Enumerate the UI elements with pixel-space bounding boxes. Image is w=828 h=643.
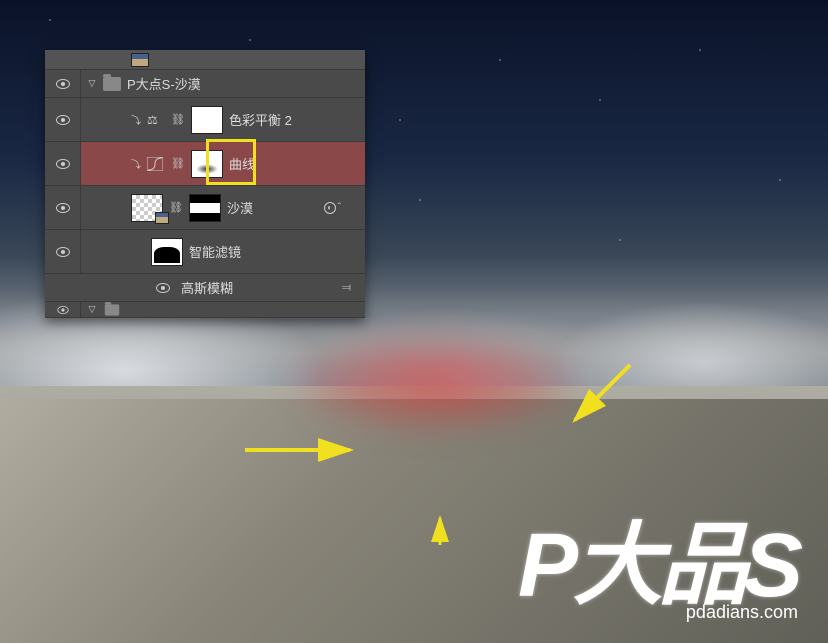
folder-icon	[105, 304, 119, 315]
eye-icon	[56, 115, 70, 125]
link-icon: ⛓	[171, 157, 185, 170]
layer-row-smart-filters[interactable]: 智能滤镜	[45, 230, 365, 274]
layer-group-header[interactable]: ▽ P大点S-沙漠	[45, 70, 365, 98]
eye-icon	[56, 247, 70, 257]
visibility-toggle[interactable]	[45, 186, 81, 229]
folder-icon	[103, 77, 121, 91]
layer-row-desert[interactable]: ⛓ 沙漠 ◐ ˆ	[45, 186, 365, 230]
curves-icon	[147, 157, 165, 171]
layers-panel[interactable]: ▽ P大点S-沙漠 ⤵ ⚖ ⛓ 色彩平衡 2 ⤵ ⛓ 曲线	[45, 50, 365, 318]
chevron-up-icon[interactable]: ˆ	[338, 202, 341, 213]
clip-indicator: ⤵	[131, 115, 141, 125]
visibility-toggle[interactable]	[45, 98, 81, 141]
disclosure-triangle[interactable]: ▽	[87, 305, 97, 315]
eye-icon	[156, 283, 170, 293]
smart-object-badge	[155, 212, 169, 224]
fx-icon: ◐	[324, 202, 336, 214]
layer-row-stub-bottom[interactable]: ▽	[45, 302, 365, 318]
red-glow-effect	[290, 334, 580, 430]
eye-icon	[56, 79, 70, 89]
layer-thumb	[131, 53, 149, 67]
layer-row-stub-top[interactable]	[45, 50, 365, 70]
eye-icon	[57, 306, 68, 314]
visibility-toggle[interactable]	[45, 70, 81, 97]
eye-icon	[56, 203, 70, 213]
visibility-toggle[interactable]	[45, 230, 81, 273]
link-icon: ⛓	[169, 201, 183, 214]
fx-badge[interactable]: ◐ ˆ	[324, 202, 341, 214]
layer-name[interactable]: 曲线	[229, 154, 255, 173]
layer-row-gaussian-blur[interactable]: 高斯模糊 ⫤	[45, 274, 365, 302]
mask-thumb[interactable]	[189, 194, 221, 222]
filter-name[interactable]: 高斯模糊	[181, 278, 233, 297]
link-icon: ⛓	[171, 113, 185, 126]
eye-icon	[56, 159, 70, 169]
mask-thumb[interactable]	[191, 150, 223, 178]
filter-settings-button[interactable]: ⫤	[342, 280, 351, 295]
mask-thumb[interactable]	[191, 106, 223, 134]
layer-name[interactable]: 色彩平衡 2	[229, 110, 292, 129]
layer-name[interactable]: 智能滤镜	[189, 242, 241, 261]
filter-mask-thumb[interactable]	[151, 238, 183, 266]
visibility-toggle[interactable]	[45, 142, 81, 185]
visibility-toggle[interactable]	[45, 274, 81, 301]
group-name: P大点S-沙漠	[127, 74, 201, 93]
sliders-icon: ⫤	[342, 280, 351, 295]
balance-icon: ⚖	[147, 113, 165, 127]
filter-visibility-toggle[interactable]	[151, 283, 175, 293]
layer-row-curves[interactable]: ⤵ ⛓ 曲线	[45, 142, 365, 186]
watermark-logo: P大品S	[518, 526, 798, 607]
disclosure-triangle[interactable]: ▽	[87, 79, 97, 89]
watermark: P大品S pdadians.com	[518, 526, 798, 623]
visibility-toggle[interactable]	[45, 302, 81, 317]
clip-indicator: ⤵	[131, 159, 141, 169]
layer-name[interactable]: 沙漠	[227, 198, 253, 217]
layer-row-color-balance[interactable]: ⤵ ⚖ ⛓ 色彩平衡 2	[45, 98, 365, 142]
